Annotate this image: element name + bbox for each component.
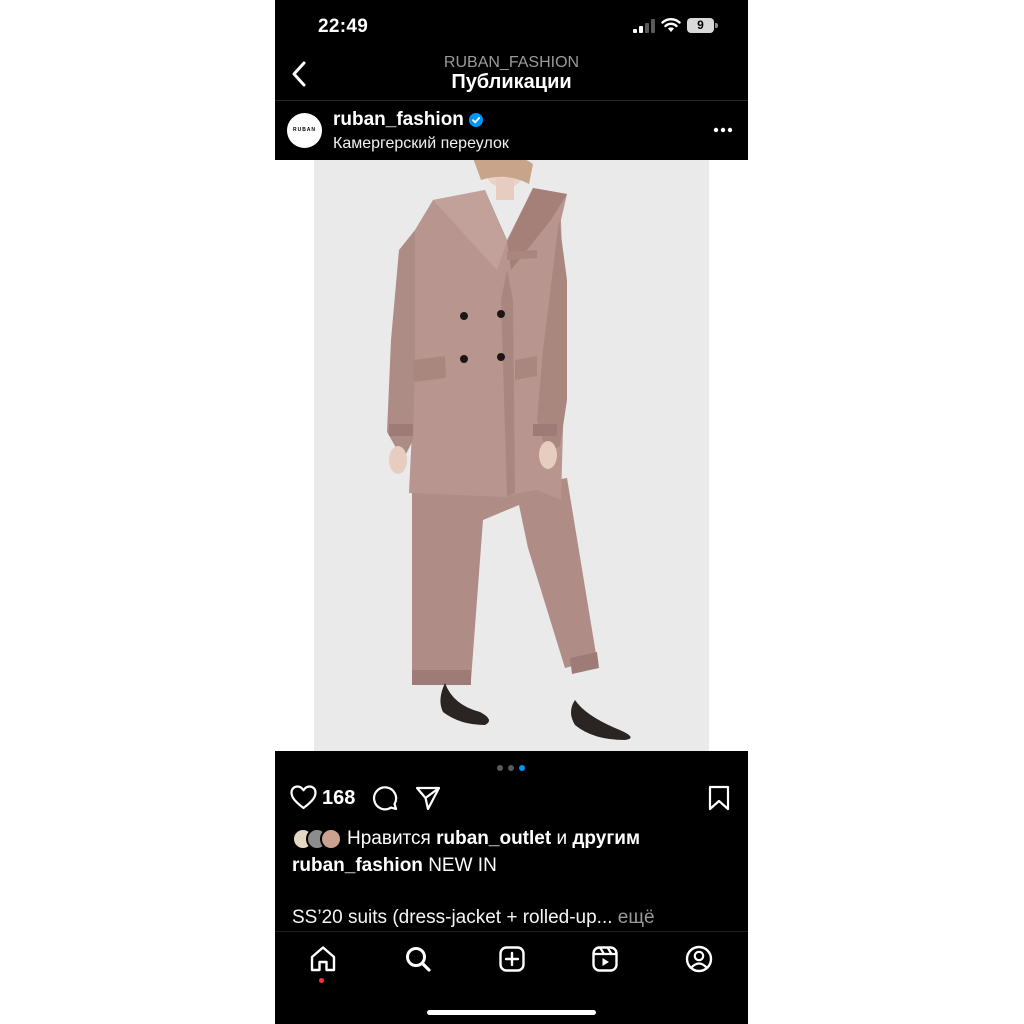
comment-icon[interactable] <box>372 785 398 811</box>
home-indicator <box>427 1010 596 1015</box>
status-time: 22:49 <box>318 16 369 37</box>
home-icon <box>310 946 336 972</box>
liked-by-text: Нравится ruban_outlet и другим <box>347 828 640 850</box>
tab-search[interactable] <box>403 944 433 974</box>
notification-dot <box>319 978 324 983</box>
caption: ruban_fashion NEW IN <box>292 855 497 877</box>
profile-icon <box>685 945 713 973</box>
tab-create[interactable] <box>497 944 527 974</box>
plus-square-icon <box>499 946 525 972</box>
tab-home[interactable] <box>308 944 338 974</box>
avatar[interactable]: RUBAN <box>287 113 322 148</box>
liked-by-others[interactable]: другим <box>572 828 640 849</box>
tab-reels[interactable] <box>590 944 620 974</box>
liked-by-username[interactable]: ruban_outlet <box>436 828 551 849</box>
carousel-dot <box>508 765 514 771</box>
post-image[interactable] <box>275 160 748 751</box>
search-icon <box>406 947 431 972</box>
verified-badge-icon <box>469 113 483 127</box>
caption-text-2: SS’20 suits (dress-jacket + rolled-up... <box>292 907 613 928</box>
battery-level: 9 <box>687 18 714 33</box>
liker-avatars <box>292 828 346 850</box>
carousel-dot-active <box>519 765 525 771</box>
caption-text: NEW IN <box>428 855 497 876</box>
caption-continued: SS’20 suits (dress-jacket + rolled-up...… <box>292 907 655 929</box>
bottom-tab-bar <box>275 931 748 1024</box>
post-actions: 168 <box>275 782 748 814</box>
like-count[interactable]: 168 <box>322 787 355 810</box>
liked-by-joiner: и <box>556 828 568 849</box>
nav-subtitle: RUBAN_FASHION <box>443 54 580 71</box>
suit-photo <box>387 160 631 740</box>
bookmark-icon[interactable] <box>708 785 730 811</box>
reels-icon <box>592 946 618 972</box>
post-header: RUBAN ruban_fashion Камергерский переуло… <box>275 101 748 160</box>
share-icon[interactable] <box>415 785 441 811</box>
more-link[interactable]: ещё <box>618 907 655 928</box>
battery-icon: 9 <box>687 18 718 34</box>
nav-header: RUBAN_FASHION Публикации <box>275 50 748 100</box>
signal-icon <box>633 19 655 33</box>
instagram-post-screen: 22:49 9 RUBAN_FASHION Публикации RUBAN r… <box>275 0 748 1024</box>
more-horizontal-icon[interactable] <box>713 127 733 133</box>
battery-tip <box>715 23 718 28</box>
status-bar: 22:49 9 <box>275 0 748 50</box>
liked-by-prefix: Нравится <box>347 828 431 849</box>
post-location[interactable]: Камергерский переулок <box>333 135 509 153</box>
heart-icon[interactable] <box>290 785 317 810</box>
carousel-dot <box>497 765 503 771</box>
caption-author[interactable]: ruban_fashion <box>292 855 423 876</box>
author-username[interactable]: ruban_fashion <box>333 109 464 131</box>
wifi-icon <box>661 18 681 32</box>
tab-profile[interactable] <box>684 944 714 974</box>
page-title: Публикации <box>451 71 572 93</box>
avatar <box>320 828 342 850</box>
carousel-indicator <box>275 765 748 773</box>
